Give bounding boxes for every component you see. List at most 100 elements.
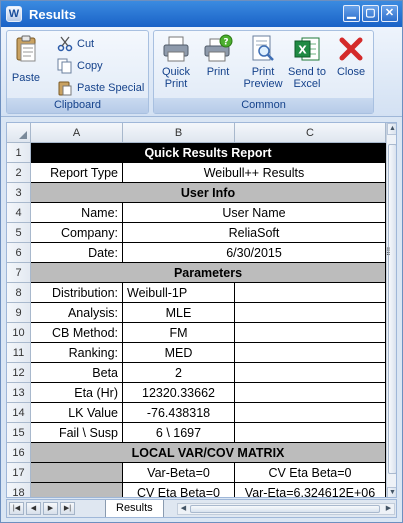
row-header-9[interactable]: 9	[7, 303, 31, 323]
row-header-10[interactable]: 10	[7, 323, 31, 343]
matrix-corner-cell[interactable]	[31, 483, 123, 497]
parameters-header-cell[interactable]: Parameters	[31, 263, 386, 283]
row-header-8[interactable]: 8	[7, 283, 31, 303]
row-header-6[interactable]: 6	[7, 243, 31, 263]
row-header-17[interactable]: 17	[7, 463, 31, 483]
row-header-7[interactable]: 7	[7, 263, 31, 283]
app-icon: W	[6, 6, 22, 22]
param-label-cell[interactable]: CB Method:	[31, 323, 123, 343]
row-header-12[interactable]: 12	[7, 363, 31, 383]
empty-cell[interactable]	[235, 383, 386, 403]
report-title-cell[interactable]: Quick Results Report	[31, 143, 386, 163]
paste-button[interactable]: Paste	[11, 34, 41, 84]
column-header-b[interactable]: B	[123, 123, 235, 143]
param-label-cell[interactable]: LK Value	[31, 403, 123, 423]
company-value-cell[interactable]: ReliaSoft	[123, 223, 386, 243]
empty-cell[interactable]	[235, 323, 386, 343]
param-value-cell[interactable]: MED	[123, 343, 235, 363]
close-x-icon	[339, 37, 363, 61]
row-header-3[interactable]: 3	[7, 183, 31, 203]
scroll-down-arrow-icon[interactable]: ▼	[387, 487, 396, 497]
matrix-cell[interactable]: CV Eta Beta=0	[235, 463, 386, 483]
print-button[interactable]: ? Print	[201, 34, 235, 78]
name-label-cell[interactable]: Name:	[31, 203, 123, 223]
param-label-cell[interactable]: Beta	[31, 363, 123, 383]
user-info-header-cell[interactable]: User Info	[31, 183, 386, 203]
empty-cell[interactable]	[235, 303, 386, 323]
sheet-tab-results[interactable]: Results	[105, 500, 164, 517]
horizontal-scroll-thumb[interactable]	[190, 505, 380, 513]
row-header-1[interactable]: 1	[7, 143, 31, 163]
matrix-header-cell[interactable]: LOCAL VAR/COV MATRIX	[31, 443, 386, 463]
print-preview-button[interactable]: Print Preview	[242, 34, 284, 90]
empty-cell[interactable]	[235, 423, 386, 443]
param-value-cell[interactable]: 6 \ 1697	[123, 423, 235, 443]
param-label-cell[interactable]: Ranking:	[31, 343, 123, 363]
date-label-cell[interactable]: Date:	[31, 243, 123, 263]
name-value-cell[interactable]: User Name	[123, 203, 386, 223]
param-label-cell[interactable]: Fail \ Susp	[31, 423, 123, 443]
results-sheet[interactable]: A B C 1 2 3 4 5 6 7 8 9 10 11 12 13 14 1…	[6, 122, 397, 498]
company-label-cell[interactable]: Company:	[31, 223, 123, 243]
first-sheet-icon[interactable]: |◀	[9, 502, 24, 515]
quick-print-button[interactable]: Quick Print	[157, 34, 195, 90]
scroll-right-arrow-icon[interactable]: ▶	[383, 503, 394, 515]
vertical-scroll-thumb[interactable]	[388, 144, 396, 474]
report-type-value-cell[interactable]: Weibull++ Results	[123, 163, 386, 183]
cut-button[interactable]: Cut	[57, 36, 94, 52]
row-header-4[interactable]: 4	[7, 203, 31, 223]
row-header-18[interactable]: 18	[7, 483, 31, 497]
matrix-cell[interactable]: Var-Beta=0	[123, 463, 235, 483]
empty-cell[interactable]	[235, 283, 386, 303]
row-header-2[interactable]: 2	[7, 163, 31, 183]
copy-button[interactable]: Copy	[57, 58, 103, 74]
row-header-5[interactable]: 5	[7, 223, 31, 243]
excel-icon: X	[294, 37, 320, 61]
column-header-a[interactable]: A	[31, 123, 123, 143]
param-value-cell[interactable]: 2	[123, 363, 235, 383]
vertical-scrollbar[interactable]: ▲ ▼	[386, 123, 396, 497]
report-type-label-cell[interactable]: Report Type	[31, 163, 123, 183]
column-header-c[interactable]: C	[235, 123, 386, 143]
close-button[interactable]: Close	[334, 34, 368, 78]
row-header-13[interactable]: 13	[7, 383, 31, 403]
param-value-cell[interactable]: MLE	[123, 303, 235, 323]
param-value-cell[interactable]: Weibull-1P	[123, 283, 235, 303]
param-value-cell[interactable]: -76.438318	[123, 403, 235, 423]
empty-cell[interactable]	[235, 363, 386, 383]
param-label-cell[interactable]: Distribution:	[31, 283, 123, 303]
param-value-cell[interactable]: FM	[123, 323, 235, 343]
matrix-cell[interactable]: Var-Eta=6.324612E+06	[235, 483, 386, 497]
sheet-tab-bar: |◀ ◀ ▶ ▶| Results ◀ ▶	[6, 499, 397, 518]
resize-grip-icon[interactable]: ⁞⁞	[386, 247, 390, 258]
row-header-14[interactable]: 14	[7, 403, 31, 423]
row-header-15[interactable]: 15	[7, 423, 31, 443]
date-value-cell[interactable]: 6/30/2015	[123, 243, 386, 263]
quick-print-label: Quick Print	[161, 66, 191, 90]
close-window-button[interactable]: ✕	[381, 5, 398, 22]
last-sheet-icon[interactable]: ▶|	[60, 502, 75, 515]
send-to-excel-label: Send to Excel	[288, 66, 326, 90]
scroll-left-arrow-icon[interactable]: ◀	[178, 503, 189, 515]
param-label-cell[interactable]: Analysis:	[31, 303, 123, 323]
paste-special-button[interactable]: Paste Special	[57, 80, 144, 96]
param-value-cell[interactable]: 12320.33662	[123, 383, 235, 403]
row-header-11[interactable]: 11	[7, 343, 31, 363]
paste-special-icon	[58, 81, 72, 96]
results-window: W Results ▁ ▢ ✕ Paste Cut Copy Paste Spe…	[0, 0, 403, 523]
minimize-button[interactable]: ▁	[343, 5, 360, 22]
param-label-cell[interactable]: Eta (Hr)	[31, 383, 123, 403]
send-to-excel-button[interactable]: X Send to Excel	[286, 34, 328, 90]
row-header-16[interactable]: 16	[7, 443, 31, 463]
empty-cell[interactable]	[235, 403, 386, 423]
scroll-up-arrow-icon[interactable]: ▲	[387, 123, 396, 135]
maximize-button[interactable]: ▢	[362, 5, 379, 22]
matrix-corner-cell[interactable]	[31, 463, 123, 483]
prev-sheet-icon[interactable]: ◀	[26, 502, 41, 515]
printer-icon	[163, 36, 189, 62]
select-all-corner[interactable]	[7, 123, 31, 143]
horizontal-scrollbar[interactable]: ◀ ▶	[177, 503, 395, 515]
matrix-cell[interactable]: CV Eta Beta=0	[123, 483, 235, 497]
empty-cell[interactable]	[235, 343, 386, 363]
next-sheet-icon[interactable]: ▶	[43, 502, 58, 515]
